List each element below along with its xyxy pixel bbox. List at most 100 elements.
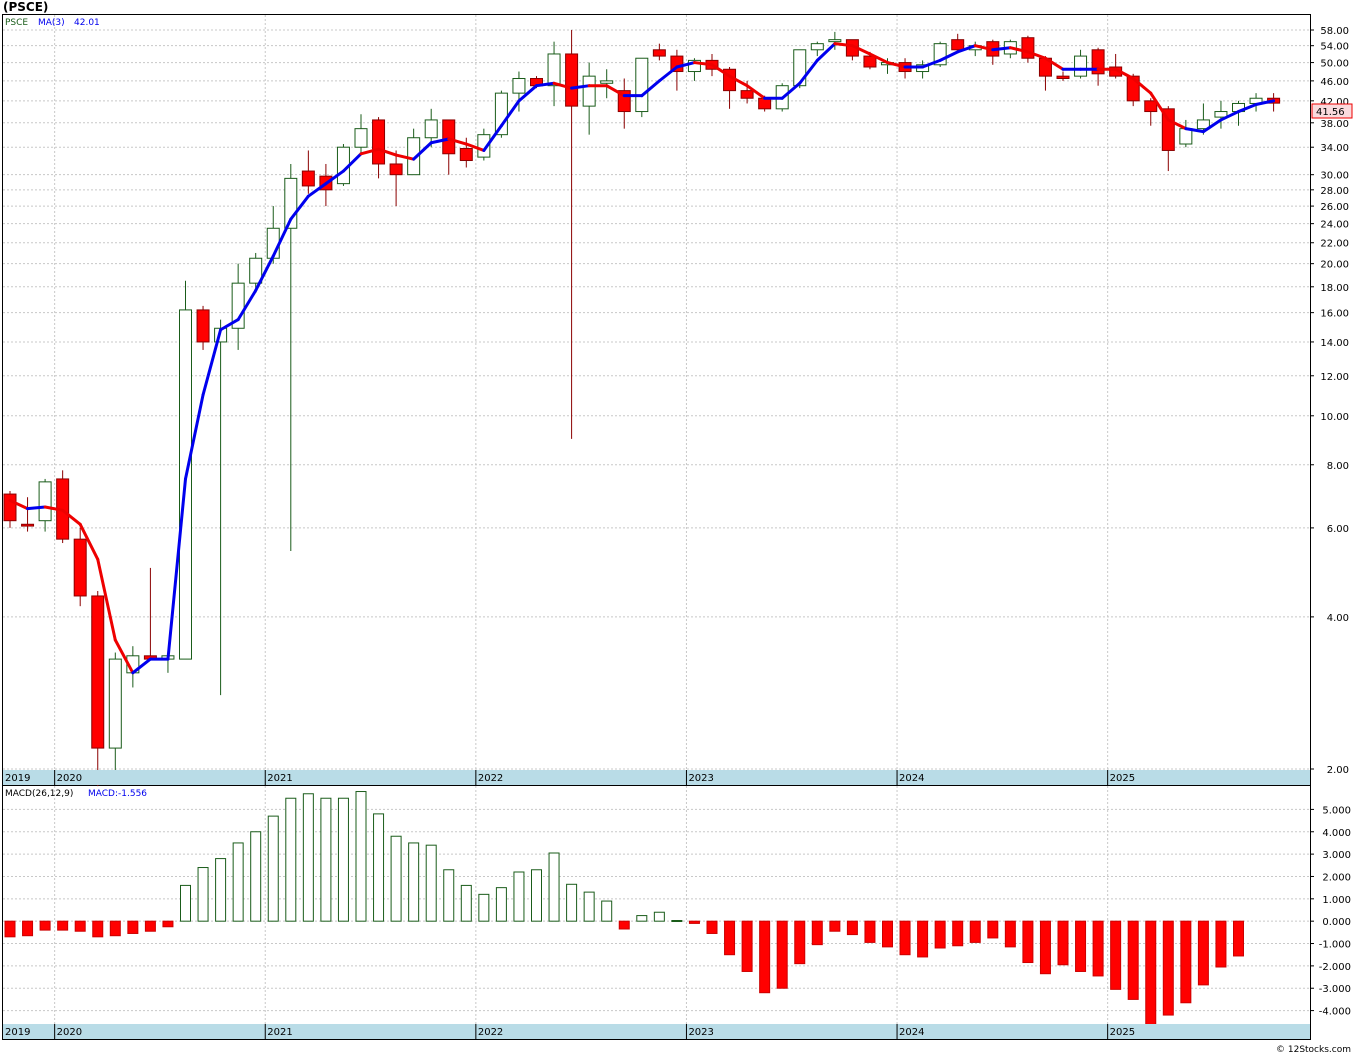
candle-body (21, 523, 35, 527)
macd-bar (232, 842, 244, 922)
macd-bar (759, 920, 771, 994)
macd-bar (776, 920, 788, 989)
candle-body (863, 55, 877, 68)
macd-bar (460, 884, 472, 922)
macd-bar (302, 793, 314, 922)
price-tick-label: 6.00 (1327, 524, 1349, 535)
macd-bar (917, 920, 929, 958)
macd-bar (250, 831, 262, 922)
price-tick-label: 28.00 (1320, 186, 1349, 197)
macd-bar (601, 900, 613, 922)
macd-bar (952, 920, 964, 947)
candle-body (547, 53, 561, 87)
macd-bar (688, 920, 700, 924)
macd-bar (495, 887, 507, 922)
year-label: 2022 (478, 1027, 503, 1038)
candle-body (810, 43, 824, 51)
macd-bar (934, 920, 946, 949)
price-axis: 2.00 4.00 6.00 8.00 10.00 12.00 14.00 16.00 18.0… (1310, 26, 1349, 776)
macd-bar (1180, 920, 1192, 1004)
price-legend-ma: MA(3) (38, 18, 65, 28)
macd-legend-value: MACD:-1.556 (88, 789, 147, 799)
macd-bar (829, 920, 841, 932)
macd-bar (337, 797, 349, 922)
macd-bar (4, 920, 16, 938)
macd-bar (1145, 920, 1157, 1027)
candle-body (442, 119, 456, 155)
footer-copyright: © 12Stocks.com (1276, 1045, 1351, 1055)
price-tick-label: 54.00 (1320, 42, 1349, 53)
year-label: 2020 (57, 1027, 82, 1038)
year-label: 2021 (267, 773, 292, 784)
macd-bar (706, 920, 718, 934)
macd-bar (355, 791, 367, 922)
candle-body (372, 119, 386, 165)
year-label: 2019 (5, 1027, 30, 1038)
macd-bar (478, 893, 490, 922)
macd-bar (215, 858, 227, 922)
candle-body (459, 148, 473, 162)
year-label: 2025 (1110, 1027, 1135, 1038)
candle-body (652, 49, 666, 57)
candle-body (494, 92, 508, 136)
price-tick-label: 10.00 (1320, 412, 1349, 423)
macd-bar (1162, 920, 1174, 1016)
macd-bar (1215, 920, 1227, 968)
macd-bar (794, 920, 806, 965)
candle-body (793, 49, 807, 87)
macd-bar (390, 835, 402, 922)
macd-bar (144, 920, 156, 932)
price-tick-label: 22.00 (1320, 239, 1349, 250)
ma-segment (833, 42, 854, 48)
macd-bar (618, 920, 630, 930)
macd-bar (109, 920, 121, 937)
candle-body (1074, 55, 1088, 77)
macd-bar (846, 920, 858, 936)
macd-bar (741, 920, 753, 972)
candle-body (1179, 128, 1193, 145)
candle-body (1056, 75, 1070, 79)
macd-bar (92, 920, 104, 938)
macd-bar (285, 797, 297, 922)
macd-tick-label: -2.000 (1319, 962, 1351, 973)
macd-bar (1004, 920, 1016, 948)
macd-bar (74, 920, 86, 932)
macd-bar (864, 920, 876, 943)
year-label: 2024 (899, 1027, 924, 1038)
candle-body (600, 80, 614, 84)
macd-tick-label: 2.000 (1322, 872, 1351, 883)
price-tick-label: 18.00 (1320, 283, 1349, 294)
macd-bar (443, 869, 455, 922)
price-legend-symbol: PSCE (5, 18, 28, 28)
candle-body (635, 57, 649, 113)
candle-body (1021, 37, 1035, 59)
price-tick-label: 20.00 (1320, 260, 1349, 271)
candle-body (582, 75, 596, 107)
macd-bar (197, 867, 209, 922)
year-label: 2022 (478, 773, 503, 784)
macd-bar (180, 884, 191, 922)
macd-bar (653, 911, 665, 922)
macd-bar (1127, 920, 1139, 1000)
year-label: 2024 (899, 773, 924, 784)
macd-legend-label: MACD(26,12,9) (5, 789, 73, 799)
price-tick-label: 38.00 (1320, 119, 1349, 130)
ma-segment (26, 505, 47, 511)
macd-bar (267, 815, 279, 922)
macd-bar (22, 920, 34, 937)
macd-tick-label: -1.000 (1319, 940, 1351, 951)
last-price-label: 41.56 (1316, 107, 1345, 118)
macd-bar (882, 920, 893, 948)
macd-bar (987, 920, 999, 939)
macd-bar (583, 891, 595, 922)
macd-tick-label: 1.000 (1322, 895, 1351, 906)
ma-segment (991, 46, 1012, 52)
macd-bar (1233, 920, 1244, 957)
candle-body (108, 658, 122, 749)
price-tick-label: 34.00 (1320, 143, 1349, 154)
year-label: 2023 (688, 773, 713, 784)
candle-body (301, 170, 315, 187)
year-label: 2025 (1110, 773, 1135, 784)
macd-bar (811, 920, 823, 946)
year-label: 2023 (688, 1027, 713, 1038)
